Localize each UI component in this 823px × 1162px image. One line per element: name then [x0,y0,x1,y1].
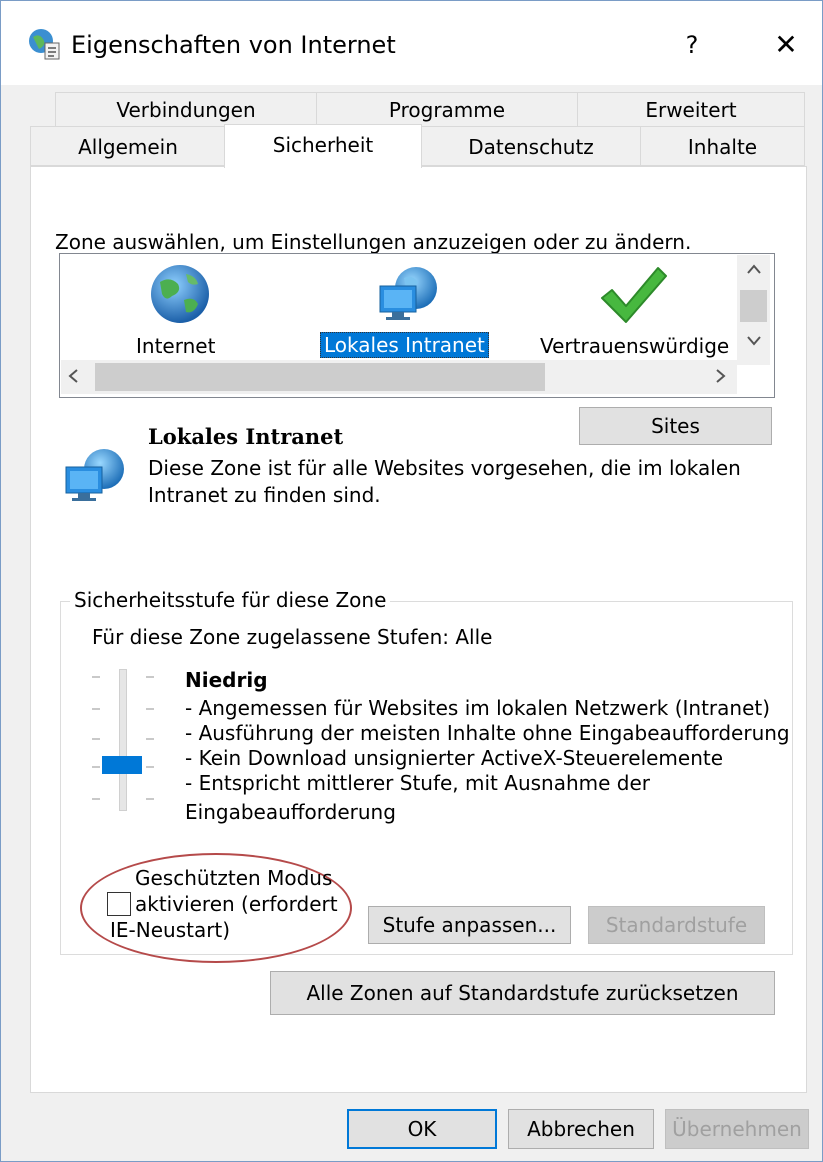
tab-erweitert[interactable]: Erweitert [577,92,805,128]
intranet-icon [379,267,437,320]
slider-tick [146,798,154,800]
protected-mode-label-line3[interactable]: IE-Neustart) [110,918,230,942]
title-bar: Eigenschaften von Internet ? ✕ [1,1,822,85]
zone-trusted-label[interactable]: Vertrauenswürdige [540,334,729,358]
protected-mode-checkbox[interactable] [107,892,131,916]
protected-mode-label-line2[interactable]: aktivieren (erfordert [135,892,338,916]
security-level-name: Niedrig [185,668,268,692]
reset-all-zones-button[interactable]: Alle Zonen auf Standardstufe zurücksetze… [270,971,775,1015]
scroll-left-icon[interactable] [66,368,80,384]
tab-inhalte[interactable]: Inhalte [640,126,805,166]
zone-info-description-line2: Intranet zu finden sind. [148,483,381,507]
close-button[interactable]: ✕ [761,23,811,67]
globe-icon [151,265,209,323]
ok-button[interactable]: OK [347,1109,497,1149]
tab-allgemein[interactable]: Allgemein [30,126,226,166]
zone-intranet-label[interactable]: Lokales Intranet [320,332,489,358]
security-level-line: - Angemessen für Websites im lokalen Net… [185,696,771,720]
slider-tick [146,708,154,710]
window-title: Eigenschaften von Internet [71,31,396,59]
protected-mode-label-line1[interactable]: Geschützten Modus [135,866,332,890]
slider-tick [146,676,154,678]
slider-tick [92,708,100,710]
help-button[interactable]: ? [667,23,717,67]
default-level-button[interactable]: Standardstufe [588,906,765,944]
security-slider-track[interactable] [119,669,127,811]
slider-tick [92,766,100,768]
sites-button[interactable]: Sites [579,407,772,445]
security-level-line: - Entspricht mittlerer Stufe, mit Ausnah… [185,771,651,795]
slider-tick [92,798,100,800]
zone-info-description-line1: Diese Zone ist für alle Websites vorgese… [148,456,741,480]
scroll-up-icon[interactable] [746,262,762,276]
tab-datenschutz[interactable]: Datenschutz [421,126,641,166]
security-level-line: - Kein Download unsignierter ActiveX-Ste… [185,746,724,770]
vertical-scroll-thumb[interactable] [740,290,767,322]
horizontal-scroll-thumb[interactable] [95,363,545,391]
tab-sicherheit[interactable]: Sicherheit [224,124,422,168]
cancel-button[interactable]: Abbrechen [508,1109,654,1149]
scroll-down-icon[interactable] [746,334,762,348]
slider-tick [146,766,154,768]
scroll-right-icon[interactable] [714,368,728,384]
zone-prompt: Zone auswählen, um Einstellungen anzuzei… [55,230,692,254]
internet-options-icon [29,29,60,60]
security-level-group-title: Sicherheitsstufe für diese Zone [70,588,391,612]
zone-info-title: Lokales Intranet [148,424,344,449]
security-level-line: Eingabeaufforderung [185,800,396,824]
checkmark-icon [601,267,667,323]
security-slider-thumb[interactable] [102,756,142,774]
zone-internet-label[interactable]: Internet [136,334,215,358]
tab-programme[interactable]: Programme [316,92,578,128]
zone-info-intranet-icon [65,449,124,501]
allowed-levels-text: Für diese Zone zugelassene Stufen: Alle [92,625,493,649]
custom-level-button[interactable]: Stufe anpassen... [368,906,571,944]
tab-verbindungen[interactable]: Verbindungen [55,92,317,128]
slider-tick [92,676,100,678]
security-level-line: - Ausführung der meisten Inhalte ohne Ei… [185,721,790,745]
apply-button[interactable]: Übernehmen [665,1109,809,1149]
slider-tick [92,738,100,740]
slider-tick [146,738,154,740]
